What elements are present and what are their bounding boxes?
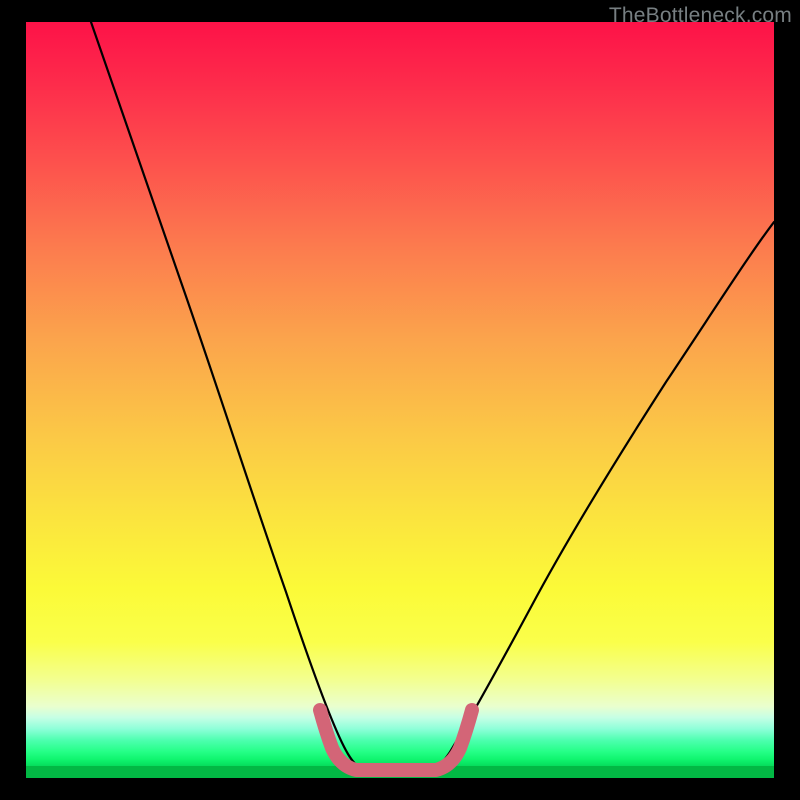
valley-highlight — [320, 710, 472, 770]
plot-area — [26, 22, 774, 778]
bottleneck-curve — [91, 22, 774, 772]
curve-layer — [26, 22, 774, 778]
chart-frame: TheBottleneck.com — [0, 0, 800, 800]
